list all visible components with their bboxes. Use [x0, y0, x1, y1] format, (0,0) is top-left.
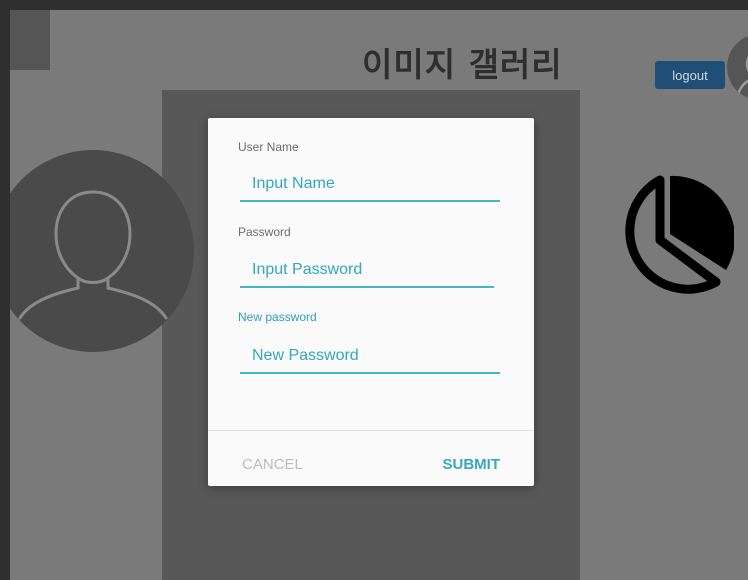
user-name-input[interactable]: [240, 168, 500, 202]
new-password-input[interactable]: [240, 340, 500, 374]
submit-button[interactable]: SUBMIT: [435, 446, 509, 482]
new-password-label: New password: [238, 310, 317, 324]
page-title: 이미지 갤러리: [362, 45, 563, 84]
cancel-button[interactable]: CANCEL: [234, 446, 311, 482]
password-label: Password: [238, 225, 291, 239]
pie-chart-icon: [598, 170, 735, 306]
top-left-bar: [10, 10, 50, 70]
gallery-page: 이미지 갤러리 logout User Name Password New pa…: [10, 10, 748, 580]
logout-button[interactable]: logout: [655, 61, 725, 89]
password-input[interactable]: [240, 254, 494, 288]
user-avatar-icon[interactable]: [727, 34, 748, 100]
change-password-dialog: User Name Password New password CANCEL S…: [208, 118, 534, 486]
dialog-divider: [208, 430, 534, 431]
user-name-label: User Name: [238, 140, 299, 154]
